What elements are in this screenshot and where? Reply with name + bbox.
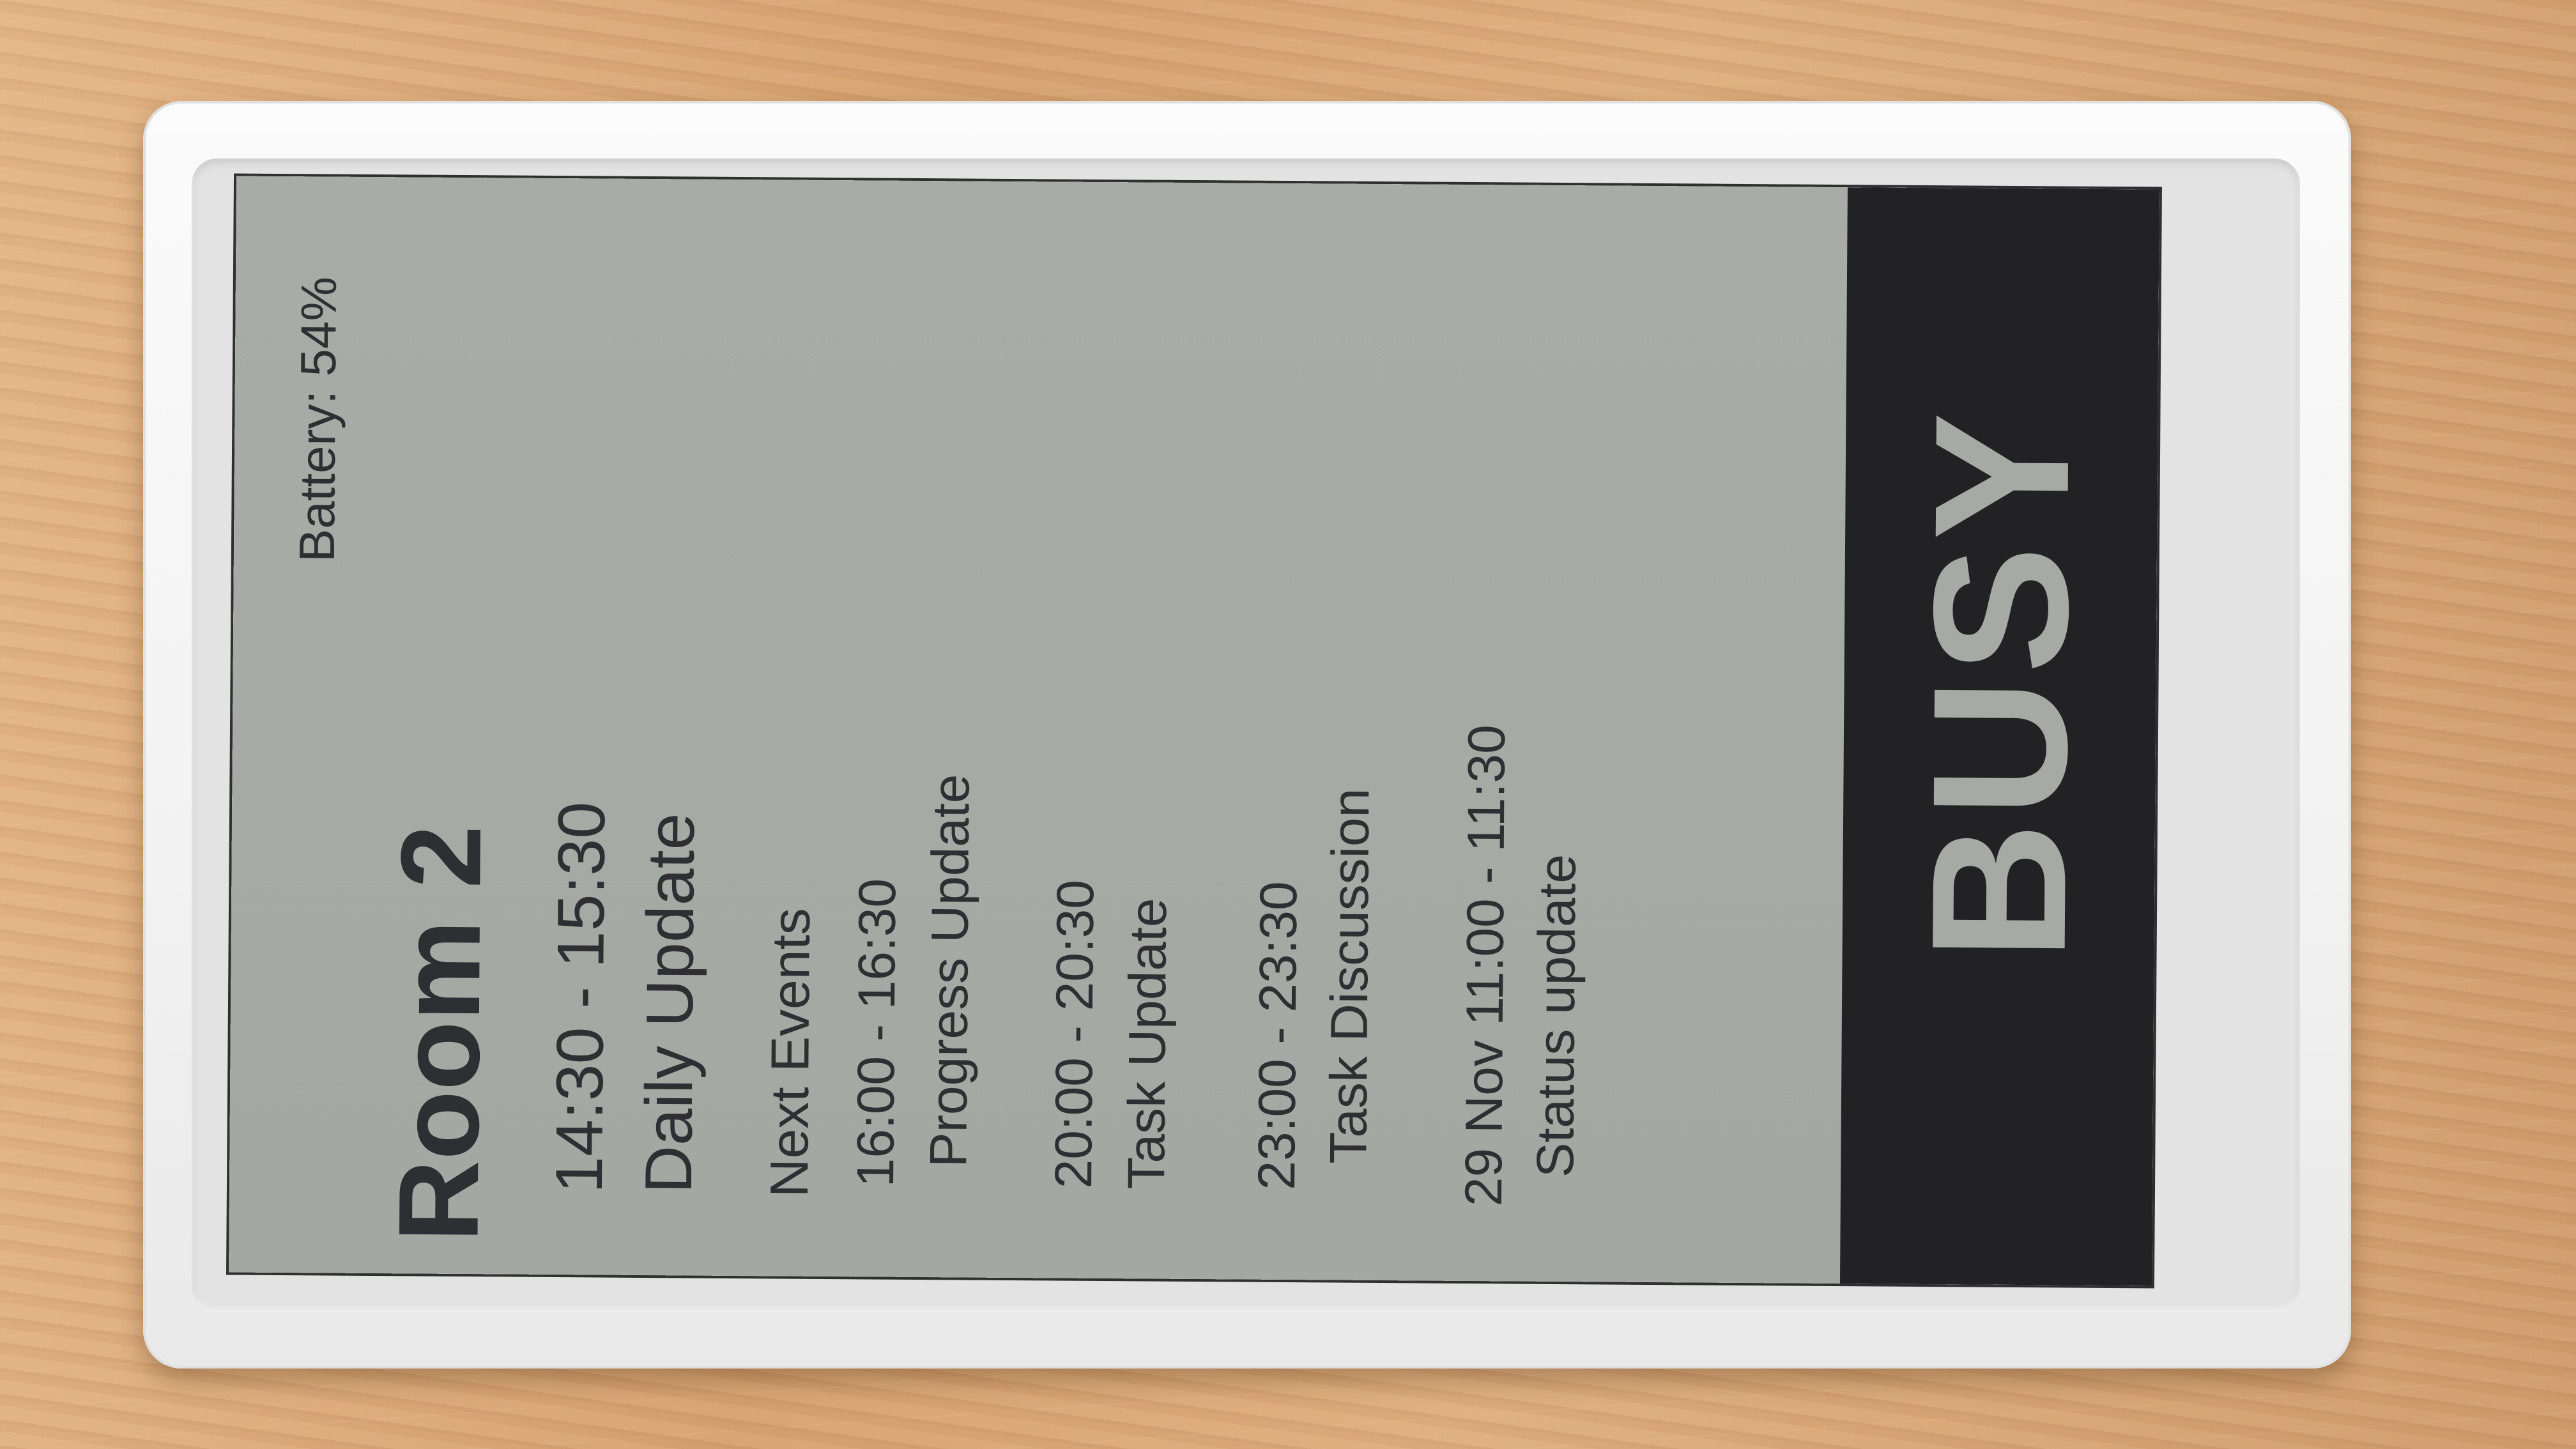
current-event-title: Daily Update	[631, 813, 709, 1194]
next-event-title: Status update	[1526, 854, 1587, 1178]
next-event-time: 20:00 - 20:30	[1044, 879, 1105, 1189]
next-event-title: Progress Update	[919, 774, 981, 1168]
next-event-time: 29 Nov 11:00 - 11:30	[1454, 724, 1517, 1207]
next-event-time: 16:00 - 16:30	[847, 878, 907, 1188]
room-name: Room 2	[374, 824, 505, 1243]
busy-status-label: BUSY	[1890, 406, 2110, 962]
next-event-title: Task Update	[1117, 898, 1178, 1190]
next-event-time: 23:00 - 23:30	[1247, 880, 1308, 1190]
e-paper-screen: Battery: 54% Room 2 14:30 - 15:30 Daily …	[229, 176, 2159, 1286]
next-event-title: Task Discussion	[1319, 788, 1381, 1164]
next-events-heading: Next Events	[758, 907, 822, 1198]
status-panel: BUSY	[1839, 187, 2159, 1286]
battery-status: Battery: 54%	[288, 276, 347, 562]
current-event-time: 14:30 - 15:30	[542, 801, 620, 1194]
